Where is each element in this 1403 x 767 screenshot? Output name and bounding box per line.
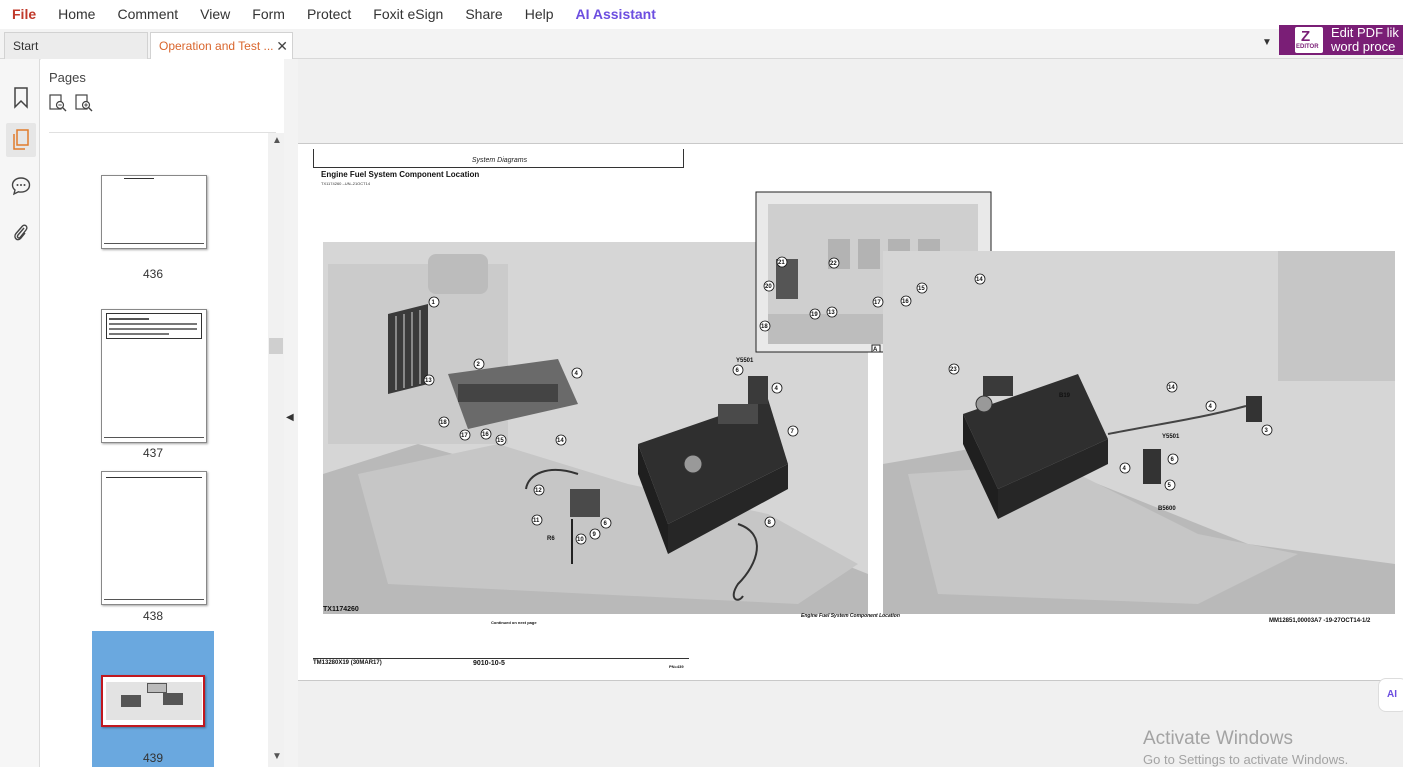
callout: 13	[828, 310, 835, 316]
tab-start[interactable]: Start	[4, 32, 148, 60]
thumbnail-page-437[interactable]	[101, 309, 207, 443]
callout: 21	[778, 260, 785, 266]
tag-b5600: B5600	[1158, 506, 1176, 512]
document-reference: MM12851,00003A7 -19-27OCT14-1/2	[1269, 618, 1371, 624]
thumbnail-page-436[interactable]	[101, 175, 207, 249]
callout: 22	[830, 261, 837, 267]
tab-start-label: Start	[13, 39, 39, 53]
callout: 18	[440, 420, 447, 426]
pages-panel-title: Pages	[49, 70, 86, 85]
pages-icon	[13, 129, 29, 150]
bookmark-icon	[14, 87, 28, 109]
callout: 12	[535, 488, 542, 494]
menu-foxit-esign[interactable]: Foxit eSign	[362, 0, 454, 29]
zoom-out-thumbnails-icon[interactable]	[49, 94, 67, 112]
menu-help[interactable]: Help	[514, 0, 565, 29]
menu-comment[interactable]: Comment	[106, 0, 189, 29]
thumbnail-label-439: 439	[142, 751, 164, 765]
tag-y5501-left: Y5501	[736, 358, 754, 364]
callout: 17	[874, 300, 881, 306]
fuel-system-diagram: A 1 2 13 18 17 16 15 14 4 6 4 7 12 11 10…	[323, 191, 1395, 614]
pages-button[interactable]	[6, 123, 36, 157]
attachment-icon	[14, 224, 28, 241]
left-rail	[0, 59, 40, 767]
menu-form[interactable]: Form	[241, 0, 296, 29]
editor-logo-mark: Z	[1301, 28, 1311, 45]
tab-document-label: Operation and Test ...	[159, 39, 274, 53]
scroll-down-icon[interactable]: ▼	[272, 751, 282, 762]
collapse-panel-icon[interactable]: ◀	[286, 412, 294, 423]
chevron-down-icon[interactable]: ▼	[1262, 37, 1272, 48]
thumbnail-label-436: 436	[142, 267, 164, 281]
promo-banner[interactable]: Z EDITOR Edit PDF lik word proce	[1279, 25, 1403, 55]
thumbnail-scroll-thumb[interactable]	[269, 338, 283, 354]
tag-b19: B19	[1059, 393, 1071, 399]
pages-separator	[49, 132, 276, 133]
editor-logo-text: EDITOR	[1296, 44, 1319, 50]
callout: 14	[976, 277, 983, 283]
inset-tag-a: A	[873, 347, 878, 353]
ai-assistant-float-button[interactable]: AI	[1378, 678, 1403, 712]
pdf-page: System Diagrams Engine Fuel System Compo…	[298, 143, 1403, 681]
scroll-up-icon[interactable]: ▲	[272, 135, 282, 146]
callout: 19	[811, 312, 818, 318]
menu-protect[interactable]: Protect	[296, 0, 362, 29]
callout: 18	[761, 324, 768, 330]
activation-watermark-title: Activate Windows	[1143, 728, 1293, 749]
menu-ai-assistant[interactable]: AI Assistant	[565, 0, 667, 29]
figure-id: TX1174260	[323, 606, 359, 613]
footer-page-number: PN=439	[669, 664, 684, 669]
bookmark-button[interactable]	[6, 81, 36, 115]
thumbnail-label-437: 437	[142, 446, 164, 460]
callout: 10	[577, 537, 584, 543]
menu-home[interactable]: Home	[47, 0, 106, 29]
menu-share[interactable]: Share	[454, 0, 513, 29]
close-icon[interactable]: ✕	[276, 33, 288, 60]
callout: 15	[918, 286, 925, 292]
callout: 14	[1168, 385, 1175, 391]
comments-button[interactable]	[6, 169, 36, 203]
menu-bar: File Home Comment View Form Protect Foxi…	[0, 0, 1403, 29]
figure-caption: Engine Fuel System Component Location	[801, 613, 900, 619]
callout: 16	[482, 432, 489, 438]
attachments-button[interactable]	[6, 216, 36, 250]
continued-note: Continued on next page	[491, 620, 537, 625]
right-machine-illustration	[883, 251, 1395, 614]
tag-y5501-right: Y5501	[1162, 434, 1180, 440]
callout: 16	[902, 299, 909, 305]
pages-panel: Pages 436 437 438 439 ▲ ▼	[41, 59, 284, 767]
promo-line-1: Edit PDF lik	[1331, 25, 1399, 40]
comment-icon	[11, 177, 31, 196]
footer-rule	[313, 658, 689, 659]
callout: 23	[950, 367, 957, 373]
zoom-in-thumbnails-icon[interactable]	[75, 94, 93, 112]
callout: 14	[557, 438, 564, 444]
pages-toolbar	[49, 94, 93, 112]
callout: 20	[765, 284, 772, 290]
tag-r6: R6	[547, 536, 555, 542]
callout: 11	[533, 518, 540, 524]
tab-bar: Start Operation and Test ... ✕ ▼	[0, 29, 1403, 60]
promo-text: Edit PDF lik word proce	[1331, 26, 1399, 54]
promo-line-2: word proce	[1331, 39, 1396, 54]
footer-section: 9010-10-5	[473, 660, 505, 667]
footer-manual-id: TM13280X19 (30MAR17)	[313, 660, 382, 666]
thumbnail-label-438: 438	[142, 609, 164, 623]
menu-view[interactable]: View	[189, 0, 241, 29]
editor-logo-icon: Z EDITOR	[1295, 27, 1323, 53]
menu-file[interactable]: File	[0, 0, 47, 29]
callout: 15	[497, 438, 504, 444]
callout: 13	[425, 378, 432, 384]
ai-float-label: AI	[1387, 689, 1397, 700]
thumbnail-page-438[interactable]	[101, 471, 207, 605]
thumbnail-page-439[interactable]	[101, 675, 205, 727]
thumbnail-scrollbar[interactable]	[268, 133, 284, 767]
activation-watermark-subtitle: Go to Settings to activate Windows.	[1143, 752, 1349, 767]
callout: 17	[461, 433, 468, 439]
tab-document[interactable]: Operation and Test ... ✕	[150, 32, 293, 60]
